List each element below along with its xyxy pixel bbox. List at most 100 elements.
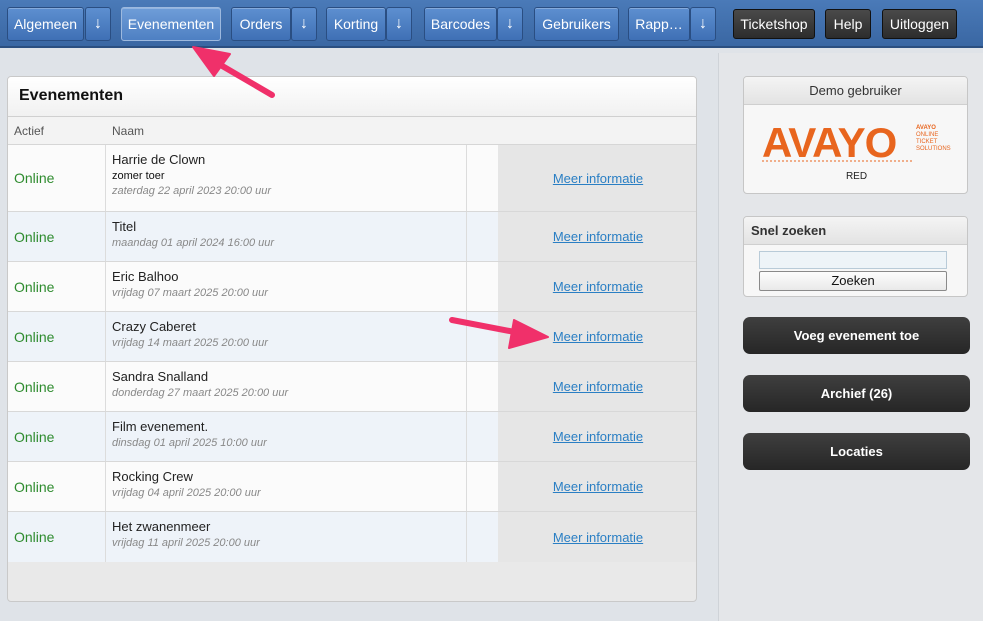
event-name-cell: Crazy Caberet vrijdag 14 maart 2025 20:0… — [106, 312, 466, 361]
event-name-cell: Sandra Snalland donderdag 27 maart 2025 … — [106, 362, 466, 411]
nav-orders[interactable]: Orders — [231, 7, 291, 41]
event-name: Film evenement. — [112, 419, 209, 434]
event-name-cell: Het zwanenmeer vrijdag 11 april 2025 20:… — [106, 512, 466, 562]
more-info-link[interactable]: Meer informatie — [553, 379, 643, 394]
nav-rapportages[interactable]: Rapp… — [628, 7, 690, 41]
nav-gebruikers[interactable]: Gebruikers — [534, 7, 619, 41]
event-date: donderdag 27 maart 2025 20:00 uur — [112, 387, 289, 399]
locations-button[interactable]: Locaties — [743, 433, 970, 470]
logo-tag-line-4: SOLUTIONS — [916, 146, 951, 152]
table-row: Online Sandra Snalland donderdag 27 maar… — [8, 362, 696, 412]
logo-tag-line-3: TICKET — [916, 139, 938, 145]
nav-barcodes[interactable]: Barcodes — [424, 7, 497, 41]
column-header-naam: Naam — [112, 124, 145, 138]
empty-cell — [466, 212, 498, 261]
nav-orders-menu-arrow-icon[interactable]: ↓ — [291, 7, 317, 41]
help-button[interactable]: Help — [825, 9, 871, 39]
more-info-link[interactable]: Meer informatie — [553, 171, 643, 186]
more-info-link[interactable]: Meer informatie — [553, 530, 643, 545]
event-name-cell: Harrie de Clown zomer toer zaterdag 22 a… — [106, 145, 466, 211]
table-row: Online Harrie de Clown zomer toer zaterd… — [8, 145, 696, 212]
status-label: Online — [8, 145, 106, 211]
archive-button[interactable]: Archief (26) — [743, 375, 970, 412]
demo-user-title: Demo gebruiker — [744, 77, 967, 105]
link-cell: Meer informatie — [498, 462, 696, 511]
table-row: Online Crazy Caberet vrijdag 14 maart 20… — [8, 312, 696, 362]
status-label: Online — [8, 412, 106, 461]
status-label: Online — [8, 262, 106, 311]
event-name: Crazy Caberet — [112, 319, 196, 334]
table-header: Actief Naam — [8, 117, 696, 145]
status-label: Online — [8, 312, 106, 361]
quick-search-title: Snel zoeken — [744, 217, 967, 245]
nav-korting[interactable]: Korting — [326, 7, 386, 41]
page-title: Evenementen — [8, 77, 696, 117]
empty-cell — [466, 145, 498, 211]
event-subtitle: zomer toer — [112, 170, 165, 182]
column-header-actief: Actief — [14, 124, 45, 138]
empty-cell — [466, 312, 498, 361]
top-nav-bar: Algemeen ↓ Evenementen Orders ↓ Korting … — [0, 0, 983, 48]
demo-user-caption: RED — [845, 171, 868, 182]
nav-korting-menu-arrow-icon[interactable]: ↓ — [386, 7, 412, 41]
link-cell: Meer informatie — [498, 262, 696, 311]
event-date: vrijdag 14 maart 2025 20:00 uur — [112, 337, 268, 349]
add-event-button[interactable]: Voeg evenement toe — [743, 317, 970, 354]
event-name: Het zwanenmeer — [112, 519, 211, 534]
status-label: Online — [8, 462, 106, 511]
event-name: Eric Balhoo — [112, 269, 179, 284]
empty-cell — [466, 412, 498, 461]
status-label: Online — [8, 512, 106, 562]
logo-wordmark: AVAYO — [762, 119, 896, 166]
more-info-link[interactable]: Meer informatie — [553, 479, 643, 494]
logo-tag-line-2: ONLINE — [916, 132, 938, 138]
demo-user-box: Demo gebruiker AVAYO AVAYO ONLINE TICKET… — [743, 76, 968, 194]
sidebar: Demo gebruiker AVAYO AVAYO ONLINE TICKET… — [718, 53, 983, 621]
status-label: Online — [8, 212, 106, 261]
quick-search-input[interactable] — [759, 251, 947, 269]
event-name: Titel — [112, 219, 137, 234]
status-label: Online — [8, 362, 106, 411]
event-name-cell: Film evenement. dinsdag 01 april 2025 10… — [106, 412, 466, 461]
more-info-link[interactable]: Meer informatie — [553, 229, 643, 244]
search-button[interactable]: Zoeken — [759, 271, 947, 291]
table-row: Online Titel maandag 01 april 2024 16:00… — [8, 212, 696, 262]
event-date: dinsdag 01 april 2025 10:00 uur — [112, 437, 267, 449]
link-cell: Meer informatie — [498, 512, 696, 562]
empty-cell — [466, 512, 498, 562]
empty-cell — [466, 262, 498, 311]
event-name: Sandra Snalland — [112, 369, 209, 384]
nav-algemeen-menu-arrow-icon[interactable]: ↓ — [85, 7, 111, 41]
nav-rapportages-menu-arrow-icon[interactable]: ↓ — [690, 7, 716, 41]
table-row: Online Eric Balhoo vrijdag 07 maart 2025… — [8, 262, 696, 312]
event-date: vrijdag 11 april 2025 20:00 uur — [112, 537, 260, 549]
link-cell: Meer informatie — [498, 212, 696, 261]
ticketshop-button[interactable]: Ticketshop — [733, 9, 815, 39]
event-name-cell: Rocking Crew vrijdag 04 april 2025 20:00… — [106, 462, 466, 511]
more-info-link[interactable]: Meer informatie — [553, 279, 643, 294]
event-name-cell: Eric Balhoo vrijdag 07 maart 2025 20:00 … — [106, 262, 466, 311]
link-cell: Meer informatie — [498, 145, 696, 211]
nav-evenementen[interactable]: Evenementen — [121, 7, 221, 41]
link-cell: Meer informatie — [498, 362, 696, 411]
link-cell: Meer informatie — [498, 412, 696, 461]
more-info-link[interactable]: Meer informatie — [553, 429, 643, 444]
event-date: vrijdag 07 maart 2025 20:00 uur — [112, 287, 268, 299]
event-name-cell: Titel maandag 01 april 2024 16:00 uur — [106, 212, 466, 261]
empty-cell — [466, 362, 498, 411]
event-date: zaterdag 22 april 2023 20:00 uur — [112, 185, 272, 197]
table-row: Online Rocking Crew vrijdag 04 april 202… — [8, 462, 696, 512]
logo-tag-line-1: AVAYO — [916, 125, 936, 131]
events-panel: Evenementen Actief Naam Online Harrie de… — [7, 76, 697, 602]
link-cell: Meer informatie — [498, 312, 696, 361]
nav-algemeen[interactable]: Algemeen — [7, 7, 84, 41]
event-name: Harrie de Clown — [112, 152, 206, 167]
logout-button[interactable]: Uitloggen — [882, 9, 957, 39]
quick-search-box: Snel zoeken Zoeken — [743, 216, 968, 297]
table-row: Online Film evenement. dinsdag 01 april … — [8, 412, 696, 462]
more-info-link[interactable]: Meer informatie — [553, 329, 643, 344]
empty-cell — [466, 462, 498, 511]
event-date: vrijdag 04 april 2025 20:00 uur — [112, 487, 261, 499]
nav-barcodes-menu-arrow-icon[interactable]: ↓ — [497, 7, 523, 41]
event-date: maandag 01 april 2024 16:00 uur — [112, 237, 275, 249]
